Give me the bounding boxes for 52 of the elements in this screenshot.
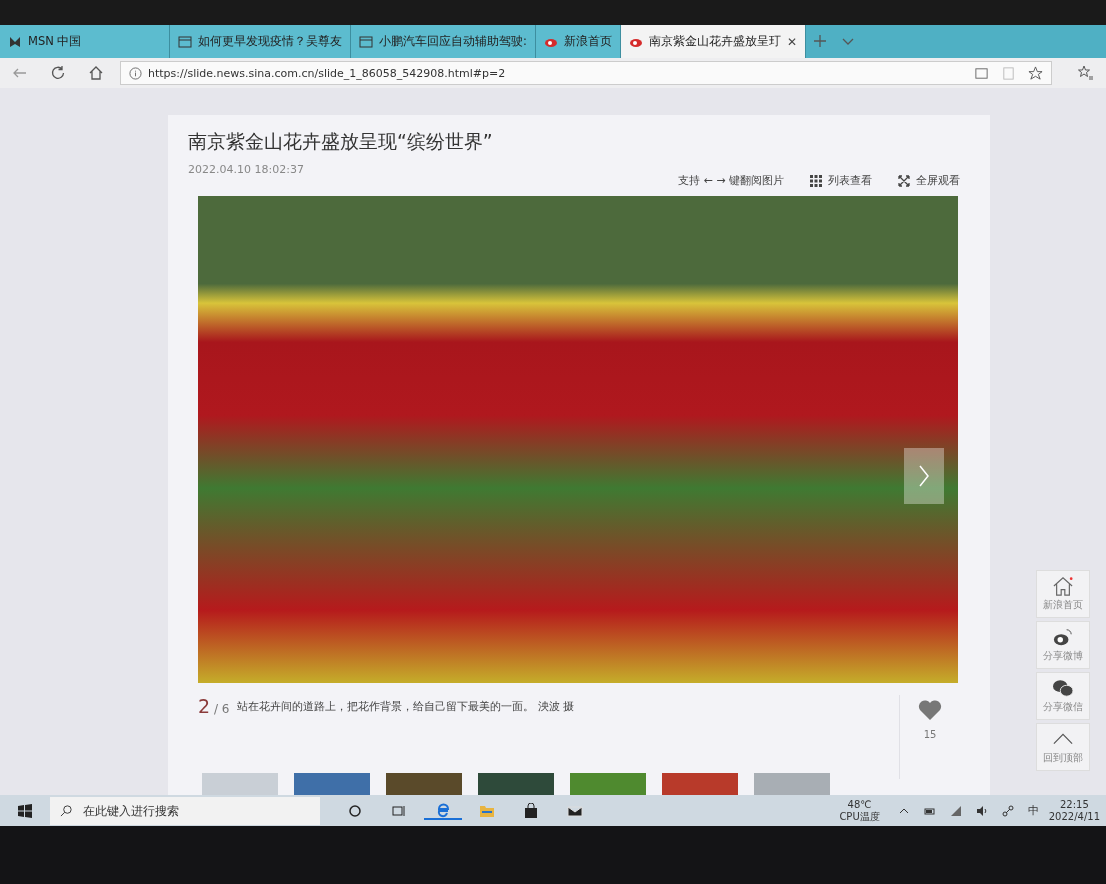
plus-icon[interactable] — [812, 34, 827, 48]
search-input[interactable]: 在此键入进行搜索 — [81, 802, 310, 819]
list-view-link[interactable]: 列表查看 — [810, 173, 872, 188]
eye-logo-icon — [1052, 627, 1074, 647]
chat-bubbles-icon — [1052, 678, 1074, 698]
speaker-icon[interactable] — [975, 804, 988, 817]
page-icon — [178, 34, 192, 49]
clock-time[interactable]: 22:15 — [1059, 798, 1089, 811]
thumbnail[interactable] — [386, 773, 462, 795]
taskbar-search-field[interactable]: 在此键入进行搜索 — [50, 796, 320, 825]
heart-icon[interactable] — [918, 699, 942, 721]
star-icon[interactable] — [1028, 65, 1043, 81]
thumbnail[interactable] — [754, 773, 830, 795]
article-title: 南京紫金山花卉盛放呈现“缤纷世界” — [188, 129, 494, 154]
fullscreen-icon — [898, 174, 910, 187]
thumbnail[interactable] — [662, 773, 738, 795]
keyboard-hint: 支持 ← → 键翻阅图片 — [678, 173, 784, 188]
image-counter: 2 / 6 — [198, 695, 230, 717]
cpu-temperature: 48℃ — [847, 798, 872, 811]
photo-caption: 站在花卉间的道路上，把花作背景，给自己留下最美的一面。 泱波 摄 — [237, 699, 576, 714]
browser-tab[interactable]: 如何更早发现疫情？吴尊友 — [170, 25, 351, 58]
thumbnail[interactable] — [478, 773, 554, 795]
info-icon — [129, 66, 142, 80]
browser-tab[interactable]: 新浪首页 — [535, 25, 621, 58]
butterfly-icon — [8, 34, 22, 49]
reading-view-icon[interactable] — [974, 65, 989, 81]
input-method-indicator[interactable]: 中 — [1027, 803, 1039, 818]
browser-tab[interactable]: 南京紫金山花卉盛放呈玎 ✕ — [620, 25, 806, 58]
browser-e-icon[interactable] — [424, 801, 462, 820]
fullscreen-link[interactable]: 全屏观看 — [898, 173, 960, 188]
publish-date: 2022.04.10 18:02:37 — [188, 163, 304, 176]
favorites-list-icon[interactable] — [1078, 65, 1094, 81]
thumbnail[interactable] — [294, 773, 370, 795]
close-tab-button[interactable]: ✕ — [786, 34, 797, 49]
chevron-right-icon — [918, 464, 930, 488]
thumbnail[interactable] — [202, 773, 278, 795]
browser-tab[interactable]: 小鹏汽车回应自动辅助驾驶: — [351, 25, 536, 58]
like-count: 15 — [923, 729, 937, 740]
search-icon — [60, 804, 73, 817]
home-icon[interactable] — [88, 65, 104, 81]
page-icon — [359, 34, 373, 49]
browser-tab[interactable]: MSN 中国 — [0, 25, 170, 58]
address-field[interactable]: https://slide.news.sina.com.cn/slide_1_86058_542908.html#p=2 — [120, 61, 1052, 85]
cpu-temperature-label: CPU温度 — [839, 810, 880, 823]
wifi-icon[interactable] — [949, 804, 962, 817]
next-image-button[interactable] — [904, 448, 944, 504]
thumbnail[interactable] — [570, 773, 646, 795]
home-icon — [1052, 576, 1074, 596]
refresh-icon[interactable] — [50, 65, 66, 81]
clock-date[interactable]: 2022/4/11 — [1048, 810, 1100, 823]
network-icon[interactable] — [1001, 804, 1014, 817]
grid-icon — [810, 174, 822, 187]
